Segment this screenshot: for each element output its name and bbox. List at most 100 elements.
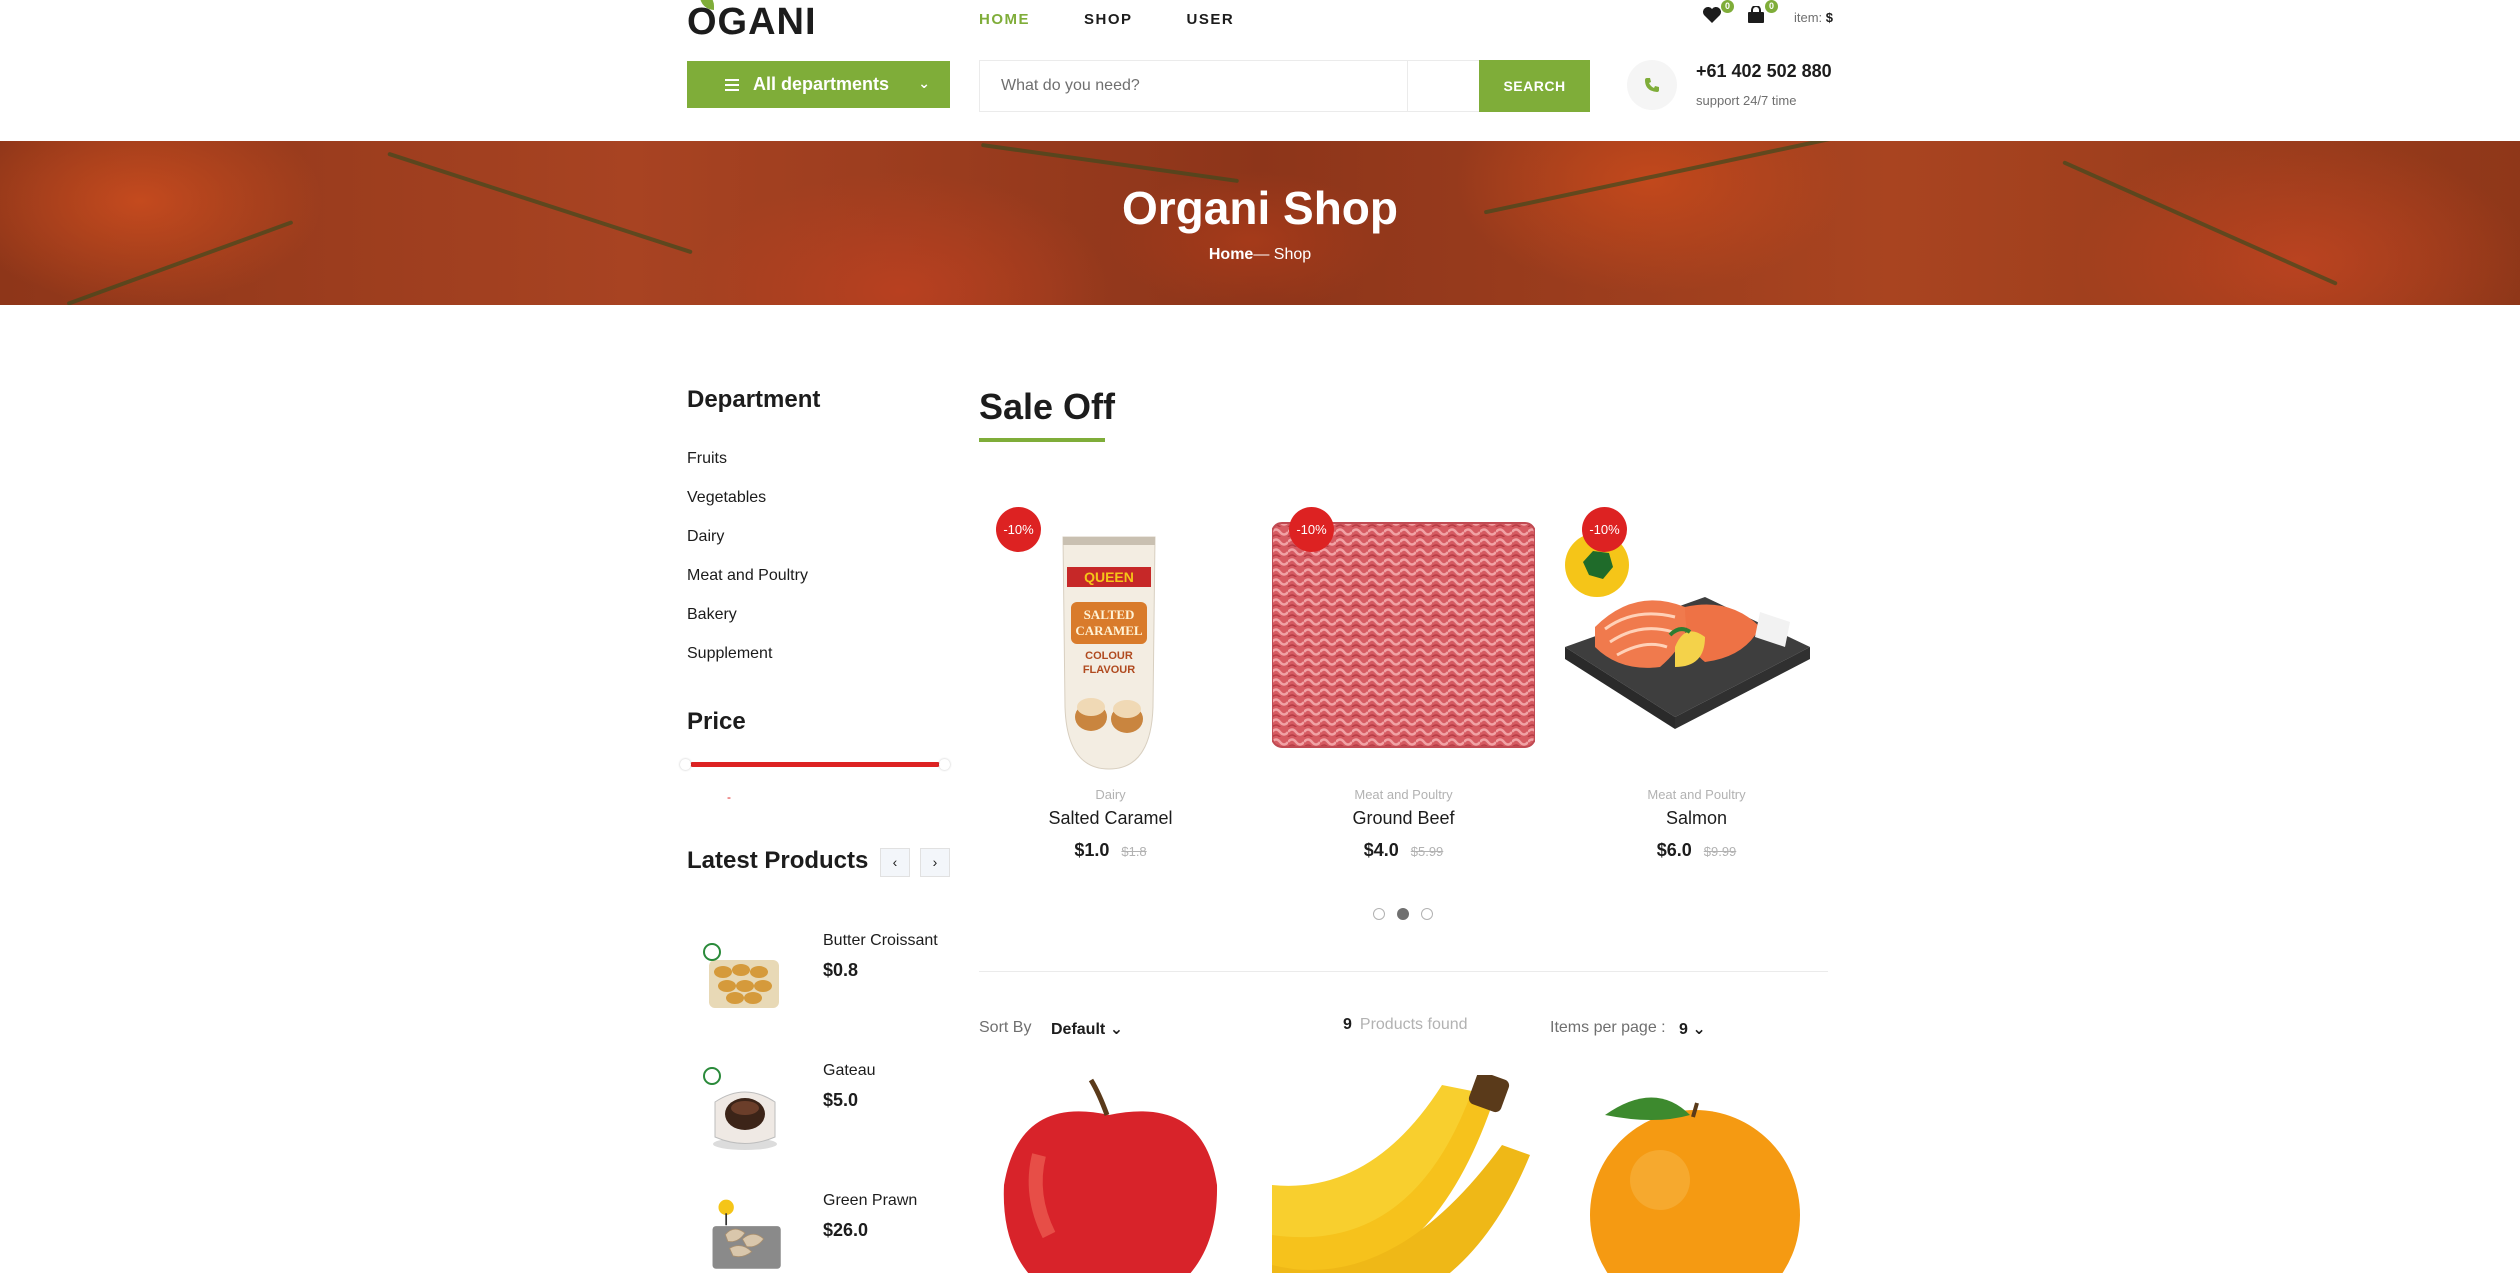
page-title: Organi Shop xyxy=(1122,182,1398,234)
latest-product-item[interactable]: Gateau $5.0 xyxy=(687,1062,950,1172)
sale-price-old: $5.99 xyxy=(1410,844,1444,859)
price-range-slider[interactable] xyxy=(690,762,940,767)
svg-text:CARAMEL: CARAMEL xyxy=(1075,623,1142,638)
price-min-handle[interactable] xyxy=(680,759,691,770)
department-item[interactable]: Supplement xyxy=(687,644,808,683)
search-form: SEARCH xyxy=(979,60,1590,112)
cart-total-value: $ xyxy=(1825,9,1834,25)
latest-product-name: Gateau xyxy=(823,1062,876,1079)
latest-next-button[interactable]: › xyxy=(920,848,950,877)
butter-croissant-image xyxy=(703,943,779,1008)
cart-count-badge: 0 xyxy=(1765,0,1778,13)
carousel-dots xyxy=(1373,908,1433,920)
carousel-dot[interactable] xyxy=(1421,908,1433,920)
sort-select-value: Default xyxy=(1051,1021,1106,1038)
nav-shop[interactable]: SHOP xyxy=(1084,10,1133,30)
product-card-orange[interactable] xyxy=(1565,1075,1828,1273)
main-nav: HOME SHOP USER xyxy=(979,10,1288,30)
latest-product-price: $26.0 xyxy=(823,1220,869,1240)
nav-home[interactable]: HOME xyxy=(979,10,1030,30)
chevron-down-icon: ⌄ xyxy=(918,75,930,91)
cart-bag-icon[interactable]: 0 xyxy=(1746,0,1778,28)
latest-product-name: Butter Croissant xyxy=(823,932,938,949)
latest-product-price: $0.8 xyxy=(823,960,859,980)
sale-product-name[interactable]: Ground Beef xyxy=(1272,808,1535,829)
sale-price-current: $4.0 xyxy=(1363,840,1399,860)
breadcrumb-separator: — xyxy=(1253,246,1274,263)
banana-image xyxy=(1272,1075,1530,1273)
product-card-apple[interactable] xyxy=(979,1075,1242,1273)
breadcrumb-home[interactable]: Home xyxy=(1209,246,1253,263)
logo[interactable]: OGANI xyxy=(687,2,817,42)
discount-badge: -10% xyxy=(996,507,1041,552)
wishlist-count-badge: 0 xyxy=(1721,0,1734,13)
department-item[interactable]: Fruits xyxy=(687,449,808,488)
nav-user[interactable]: USER xyxy=(1187,10,1235,30)
cart-total: item: $ xyxy=(1794,10,1833,25)
price-title: Price xyxy=(687,708,746,735)
svg-text:COLOUR: COLOUR xyxy=(1085,650,1133,662)
discount-badge: -10% xyxy=(1289,507,1334,552)
latest-product-item[interactable]: Butter Croissant $0.8 xyxy=(687,932,950,1042)
department-item[interactable]: Bakery xyxy=(687,605,808,644)
products-found-count: 9 xyxy=(1343,1016,1352,1033)
price-max-handle[interactable] xyxy=(939,759,950,770)
svg-text:QUEEN: QUEEN xyxy=(1084,569,1134,585)
page-banner: Organi Shop Home— Shop xyxy=(0,141,2520,305)
sale-price-current: $6.0 xyxy=(1656,840,1692,860)
cart-total-label: item: xyxy=(1794,9,1823,25)
department-item[interactable]: Vegetables xyxy=(687,488,808,527)
section-underline xyxy=(979,438,1105,442)
latest-products-title: Latest Products xyxy=(687,847,869,874)
sale-product-category: Meat and Poultry xyxy=(1647,787,1746,802)
sale-product-card[interactable]: -10% Meat and Poultry Ground Beef $4.0 $5… xyxy=(1272,507,1535,867)
discount-badge: -10% xyxy=(1582,507,1627,552)
search-input[interactable] xyxy=(980,61,1408,111)
sale-product-card[interactable]: QUEEN SALTED CARAMEL COLOUR FLAVOUR -10%… xyxy=(979,507,1242,867)
gateau-image xyxy=(703,1067,777,1150)
products-found-label: Products found xyxy=(1359,1016,1468,1033)
chevron-down-icon: ⌄ xyxy=(1109,1021,1124,1038)
sale-price-old: $1.8 xyxy=(1121,844,1147,859)
sale-product-price: $1.0 $1.8 xyxy=(979,840,1242,861)
latest-prev-button[interactable]: ‹ xyxy=(880,848,910,877)
product-card-banana[interactable] xyxy=(1272,1075,1535,1273)
breadcrumb: Home— Shop xyxy=(0,246,2520,264)
price-range-label: - xyxy=(727,790,731,804)
sort-select[interactable]: Default ⌄ xyxy=(1051,1019,1123,1039)
per-page-select[interactable]: 9 ⌄ xyxy=(1679,1019,1706,1039)
sale-product-name[interactable]: Salmon xyxy=(1565,808,1828,829)
search-button[interactable]: SEARCH xyxy=(1479,60,1590,112)
svg-text:SALTED: SALTED xyxy=(1084,607,1135,622)
phone-number: +61 402 502 880 xyxy=(1696,61,1832,81)
sale-product-name[interactable]: Salted Caramel xyxy=(979,808,1242,829)
all-departments-button[interactable]: All departments ⌄ xyxy=(687,61,950,108)
sale-price-current: $1.0 xyxy=(1074,840,1110,860)
apple-image xyxy=(1003,1078,1218,1273)
chevron-down-icon: ⌄ xyxy=(1692,1021,1706,1038)
orange-image xyxy=(1590,1097,1800,1273)
header-icons: 0 0 item: $ xyxy=(1702,0,1833,28)
latest-products-arrows: ‹ › xyxy=(880,848,950,877)
latest-product-price: $5.0 xyxy=(823,1090,859,1110)
sale-product-price: $6.0 $9.99 xyxy=(1565,840,1828,861)
products-found: 9 Products found xyxy=(1343,1016,1468,1034)
department-item[interactable]: Dairy xyxy=(687,527,808,566)
department-item[interactable]: Meat and Poultry xyxy=(687,566,808,605)
sale-price-old: $9.99 xyxy=(1703,844,1737,859)
carousel-dot[interactable] xyxy=(1373,908,1385,920)
menu-bars-icon xyxy=(725,78,739,91)
sort-label: Sort By xyxy=(979,1019,1032,1036)
per-page-label: Items per page : xyxy=(1550,1019,1666,1036)
department-title: Department xyxy=(687,386,821,413)
sale-product-price: $4.0 $5.99 xyxy=(1272,840,1535,861)
breadcrumb-current: Shop xyxy=(1273,246,1312,263)
wishlist-heart-icon[interactable]: 0 xyxy=(1702,0,1734,28)
department-list: Fruits Vegetables Dairy Meat and Poultry… xyxy=(687,449,808,683)
carousel-dot-active[interactable] xyxy=(1397,908,1409,920)
latest-product-item[interactable]: Green Prawn $26.0 xyxy=(687,1192,950,1273)
sale-product-card[interactable]: -10% Meat and Poultry Salmon $6.0 $9.99 xyxy=(1565,507,1828,867)
sale-product-category: Meat and Poultry xyxy=(1354,787,1453,802)
svg-text:FLAVOUR: FLAVOUR xyxy=(1083,664,1135,676)
sale-product-category: Dairy xyxy=(1095,787,1126,802)
